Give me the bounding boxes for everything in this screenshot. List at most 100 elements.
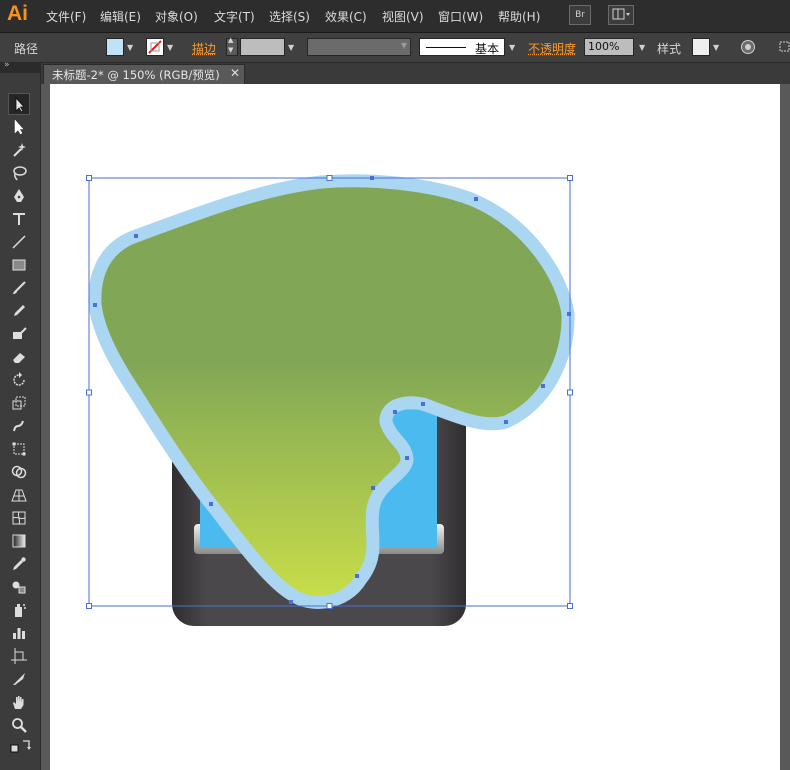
shape-builder-tool[interactable] (8, 461, 30, 483)
gradient-icon (12, 534, 26, 548)
fill-color-swatch[interactable] (106, 38, 124, 56)
slice-icon (13, 673, 25, 685)
stroke-weight-input[interactable] (240, 38, 285, 56)
stroke-weight-stepper[interactable]: ▲ ▼ (226, 36, 238, 56)
style-label: 样式 (657, 42, 682, 56)
paintbrush-icon (13, 281, 26, 294)
lasso-icon (13, 166, 27, 181)
blend-icon (12, 581, 26, 594)
menu-effect[interactable]: 效果(C) (325, 8, 367, 25)
fill-stroke-swap-controls[interactable] (10, 739, 32, 755)
recolor-artwork-icon (741, 40, 755, 54)
menu-window[interactable]: 窗口(W) (438, 8, 483, 25)
blob-brush-tool[interactable] (8, 323, 30, 345)
artwork[interactable] (41, 84, 790, 770)
style-dropdown-arrow[interactable]: ▼ (713, 43, 719, 52)
eraser-icon (13, 353, 25, 363)
zoom-tool[interactable] (8, 714, 30, 736)
mesh-tool[interactable] (8, 507, 30, 529)
rectangle-tool[interactable] (8, 254, 30, 276)
menu-object[interactable]: 对象(O) (155, 8, 198, 25)
pencil-icon (14, 305, 25, 316)
paintbrush-tool[interactable] (8, 277, 30, 299)
tools-panel: » (0, 60, 41, 770)
opacity-dropdown-arrow[interactable]: ▼ (639, 43, 645, 52)
collapse-arrows-icon[interactable]: » (4, 60, 10, 70)
stroke-color-swatch[interactable] (146, 38, 164, 56)
control-bar: 路径 ▼ ▼ 描边 ▲ ▼ ▼ ▼ 基本 ▼ 不透明度 100% ▼ 样式 ▼ (0, 33, 790, 63)
column-graph-tool[interactable] (8, 622, 30, 644)
pen-icon (14, 189, 24, 202)
artboard-icon (11, 648, 27, 664)
blend-tool[interactable] (8, 576, 30, 598)
swap-fill-stroke-icon (10, 740, 31, 753)
warp-tool[interactable] (8, 415, 30, 437)
hand-icon (13, 696, 24, 709)
selection-type-label: 路径 (14, 42, 39, 56)
free-transform-icon (12, 442, 26, 456)
magic-wand-tool[interactable] (8, 139, 30, 161)
blob-brush-icon (13, 327, 27, 339)
rotate-icon (13, 372, 25, 386)
recolor-artwork-button[interactable] (740, 39, 756, 55)
green-blob-shape[interactable] (88, 174, 575, 609)
perspective-grid-icon (11, 489, 27, 502)
menu-select[interactable]: 选择(S) (269, 8, 310, 25)
stroke-label[interactable]: 描边 (192, 40, 216, 57)
brush-dropdown-arrow[interactable]: ▼ (509, 43, 515, 52)
eyedropper-icon (13, 557, 26, 570)
column-graph-icon (13, 628, 25, 639)
line-segment-tool[interactable] (8, 231, 30, 253)
scale-tool[interactable] (8, 392, 30, 414)
eyedropper-tool[interactable] (8, 553, 30, 575)
document-tab[interactable]: 未标题-2* @ 150% (RGB/预览) ✕ (43, 64, 245, 84)
opacity-input[interactable]: 100% (584, 38, 634, 56)
magic-wand-icon (13, 143, 26, 157)
type-tool[interactable] (8, 208, 30, 230)
document-tab-bar: 未标题-2* @ 150% (RGB/预览) ✕ (0, 63, 790, 84)
pen-tool[interactable] (8, 185, 30, 207)
no-stroke-icon (148, 40, 162, 54)
close-icon[interactable]: ✕ (230, 66, 240, 80)
scale-icon (12, 396, 26, 410)
menu-type[interactable]: 文字(T) (214, 8, 255, 25)
bridge-button[interactable]: Br (569, 5, 591, 25)
stroke-weight-dropdown-arrow[interactable]: ▼ (288, 43, 294, 52)
document-tab-title: 未标题-2* @ 150% (RGB/预览) (52, 68, 220, 82)
direct-selection-icon (14, 119, 24, 135)
gradient-tool[interactable] (8, 530, 30, 552)
artboard-tool[interactable] (8, 645, 30, 667)
free-transform-tool[interactable] (8, 438, 30, 460)
slice-tool[interactable] (8, 668, 30, 690)
rotate-tool[interactable] (8, 369, 30, 391)
eraser-tool[interactable] (8, 346, 30, 368)
selection-tool[interactable] (8, 93, 30, 115)
menu-edit[interactable]: 编辑(E) (100, 8, 141, 25)
menu-help[interactable]: 帮助(H) (498, 8, 540, 25)
variable-width-profile[interactable]: ▼ (307, 38, 411, 56)
menu-bar: Ai 文件(F) 编辑(E) 对象(O) 文字(T) 选择(S) 效果(C) 视… (0, 0, 790, 33)
zoom-icon (12, 718, 27, 733)
hand-tool[interactable] (8, 691, 30, 713)
selection-arrow-icon (15, 97, 25, 113)
arrange-documents-button[interactable] (608, 5, 634, 25)
pencil-tool[interactable] (8, 300, 30, 322)
menu-view[interactable]: 视图(V) (382, 8, 424, 25)
fill-dropdown-arrow[interactable]: ▼ (127, 43, 133, 52)
tools-panel-header[interactable]: » (0, 60, 40, 73)
lasso-tool[interactable] (8, 162, 30, 184)
canvas-area[interactable] (41, 84, 790, 770)
graphic-style-swatch[interactable] (692, 38, 710, 56)
brush-definition-field[interactable]: 基本 (419, 38, 505, 56)
shape-builder-icon (11, 465, 27, 479)
direct-selection-tool[interactable] (8, 116, 30, 138)
symbol-sprayer-icon (15, 604, 26, 617)
opacity-value: 100% (588, 40, 620, 53)
symbol-sprayer-tool[interactable] (8, 599, 30, 621)
align-panel-button[interactable] (776, 39, 790, 55)
stroke-dropdown-arrow[interactable]: ▼ (167, 43, 173, 52)
opacity-label[interactable]: 不透明度 (528, 40, 576, 57)
perspective-grid-tool[interactable] (8, 484, 30, 506)
type-icon (13, 213, 25, 225)
menu-file[interactable]: 文件(F) (46, 8, 86, 25)
